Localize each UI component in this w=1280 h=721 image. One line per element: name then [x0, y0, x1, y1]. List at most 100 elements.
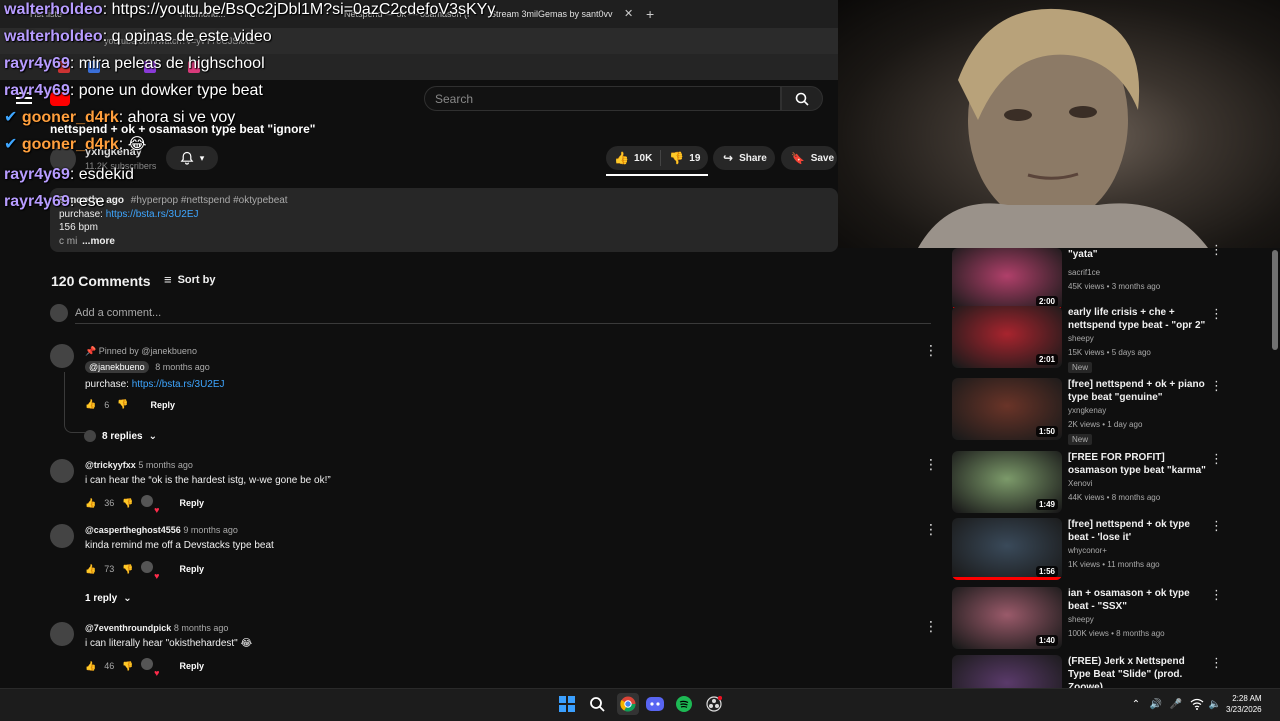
search-icon[interactable]	[588, 695, 606, 713]
windows-start-icon[interactable]	[558, 695, 576, 713]
video-title[interactable]: [free] nettspend + ok + piano type beat …	[1068, 378, 1206, 404]
more-options-icon[interactable]: ⋮	[1210, 587, 1223, 603]
comment-avatar[interactable]	[50, 459, 74, 483]
video-thumbnail[interactable]: 1:49	[952, 451, 1062, 513]
wifi-icon[interactable]	[1188, 695, 1206, 713]
save-button[interactable]: 🔖 Save	[781, 146, 837, 170]
volume-icon[interactable]: 🔈	[1206, 695, 1224, 713]
reply-button[interactable]: Reply	[150, 400, 175, 410]
video-thumbnail[interactable]: 1:40	[952, 587, 1062, 649]
comment-header: @janekbueno 8 months ago	[85, 361, 210, 373]
video-title[interactable]: early life crisis + che + nettspend type…	[1068, 306, 1206, 332]
comment-text: kinda remind me off a Devstacks type bea…	[85, 540, 274, 551]
comment-time[interactable]: 8 months ago	[155, 362, 210, 372]
video-title[interactable]: [free] nettspend + ok type beat - 'lose …	[1068, 518, 1206, 544]
chrome-icon[interactable]	[617, 693, 639, 715]
save-label: Save	[810, 152, 835, 164]
comment-author[interactable]: @caspertheghost4556	[85, 525, 181, 535]
video-thumbnail[interactable]: 1:50	[952, 378, 1062, 440]
comment-avatar[interactable]	[50, 524, 74, 548]
like-count: 73	[104, 564, 115, 574]
microphone-icon[interactable]: 🎤	[1167, 695, 1185, 713]
video-title[interactable]: [FREE FOR PROFIT] osamason type beat "ka…	[1068, 451, 1206, 477]
replies-toggle[interactable]: 8 replies ⌄	[84, 430, 157, 442]
obs-icon[interactable]	[705, 695, 723, 713]
show-more-button[interactable]: ...more	[82, 236, 115, 247]
chat-text: : mira peleas de highschool	[69, 55, 265, 72]
replies-toggle[interactable]: 1 reply ⌄	[85, 593, 132, 604]
more-options-icon[interactable]: ⋮	[924, 521, 938, 538]
system-clock[interactable]: 2:28 AM 3/23/2026	[1226, 693, 1262, 715]
video-thumbnail[interactable]: 2:01	[952, 306, 1062, 368]
thumbs-down-icon[interactable]: 👎	[122, 564, 133, 575]
more-options-icon[interactable]: ⋮	[1210, 655, 1223, 671]
comment-author-badge[interactable]: @janekbueno	[85, 361, 149, 373]
more-options-icon[interactable]: ⋮	[1210, 378, 1223, 394]
dislike-button[interactable]: 👎 19	[661, 151, 708, 165]
thumbs-up-icon[interactable]: 👍	[85, 498, 96, 509]
description-truncated: c mi	[59, 236, 78, 247]
share-button[interactable]: ↪ Share	[713, 146, 775, 170]
recommended-video[interactable]: 2:01 early life crisis + che + nettspend …	[952, 306, 1270, 373]
more-options-icon[interactable]: ⋮	[1210, 306, 1223, 322]
comment-actions: 👍 46 👎 ♥ Reply	[85, 658, 204, 678]
recommended-video[interactable]: 1:49 [FREE FOR PROFIT] osamason type beat…	[952, 451, 1270, 515]
sort-by-button[interactable]: ≡ Sort by	[164, 272, 216, 287]
thumbs-down-icon[interactable]: 👎	[122, 498, 133, 509]
thumbs-up-icon[interactable]: 👍	[85, 564, 96, 575]
search-button[interactable]	[781, 86, 823, 111]
recommended-video[interactable]: 2:00 "yata" sacrif1ce 45K views • 3 months …	[952, 242, 1270, 312]
more-options-icon[interactable]: ⋮	[924, 618, 938, 635]
reply-button[interactable]: Reply	[179, 498, 204, 508]
thumbs-down-icon[interactable]: 👎	[122, 661, 133, 672]
scrollbar[interactable]	[1272, 250, 1278, 350]
video-title[interactable]: ian + osamason + ok type beat - "SSX"	[1068, 587, 1206, 613]
recommended-video[interactable]: 1:40 ian + osamason + ok type beat - "SSX…	[952, 587, 1270, 651]
add-comment-input[interactable]: Add a comment...	[75, 307, 931, 324]
video-channel[interactable]: whyconor+	[1068, 546, 1107, 555]
chevron-down-icon: ⌄	[148, 430, 157, 442]
video-channel[interactable]: sheepy	[1068, 334, 1094, 343]
new-tab-icon[interactable]: +	[646, 4, 658, 24]
close-tab-icon[interactable]: ✕	[624, 4, 634, 24]
description-tags[interactable]: #hyperpop #nettspend #oktypebeat	[131, 195, 288, 206]
like-button[interactable]: 👍 10K	[606, 150, 662, 166]
video-thumbnail[interactable]: 1:56	[952, 518, 1062, 580]
notification-bell-button[interactable]: ▾	[166, 146, 218, 170]
comment-author[interactable]: @7eventhroundpick	[85, 623, 171, 633]
comment-time[interactable]: 5 months ago	[138, 460, 193, 470]
spotify-icon[interactable]	[675, 695, 693, 713]
verified-icon: ✔	[4, 136, 18, 153]
thumbs-up-icon[interactable]: 👍	[85, 399, 96, 410]
more-options-icon[interactable]: ⋮	[1210, 242, 1223, 258]
chevron-up-icon[interactable]: ⌃	[1127, 695, 1145, 713]
tab-4[interactable]: Stream 3milGemas by sant0vv	[490, 4, 620, 24]
more-options-icon[interactable]: ⋮	[1210, 451, 1223, 467]
video-thumbnail[interactable]: 2:00	[952, 248, 1062, 310]
purchase-link[interactable]: https://bsta.rs/3U2EJ	[132, 379, 225, 390]
comment-time[interactable]: 8 months ago	[174, 623, 229, 633]
more-options-icon[interactable]: ⋮	[924, 342, 938, 359]
comment-avatar[interactable]	[50, 344, 74, 368]
speaker-icon[interactable]: 🔊	[1147, 695, 1165, 713]
reply-button[interactable]: Reply	[179, 564, 204, 574]
purchase-link[interactable]: https://bsta.rs/3U2EJ	[106, 209, 199, 220]
search-input[interactable]: Search	[424, 86, 781, 111]
video-channel[interactable]: sheepy	[1068, 615, 1094, 624]
thumbs-up-icon[interactable]: 👍	[85, 661, 96, 672]
thumbs-down-icon[interactable]: 👎	[117, 399, 128, 410]
video-channel[interactable]: yxngkenay	[1068, 406, 1106, 415]
video-channel[interactable]: sacrif1ce	[1068, 268, 1100, 277]
reply-button[interactable]: Reply	[179, 661, 204, 671]
more-options-icon[interactable]: ⋮	[924, 456, 938, 473]
more-options-icon[interactable]: ⋮	[1210, 518, 1223, 534]
recommended-video[interactable]: 1:56 [free] nettspend + ok type beat - 'l…	[952, 518, 1270, 582]
recommended-video[interactable]: 1:50 [free] nettspend + ok + piano type b…	[952, 378, 1270, 445]
discord-icon[interactable]	[646, 695, 664, 713]
comment-actions: 👍 6 👎 Reply	[85, 399, 175, 410]
comment-author[interactable]: @trickyyfxx	[85, 460, 136, 470]
comment-time[interactable]: 9 months ago	[183, 525, 238, 535]
comment-avatar[interactable]	[50, 622, 74, 646]
video-channel[interactable]: Xenovi	[1068, 479, 1092, 488]
video-title[interactable]: "yata"	[1068, 248, 1206, 261]
